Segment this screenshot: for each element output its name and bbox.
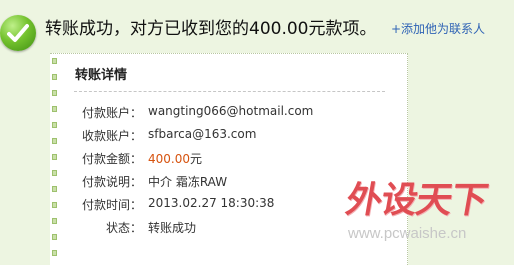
amount-label: 付款金额：: [81, 152, 142, 166]
success-message: 转账成功，对方已收到您的400.00元款项。: [45, 19, 377, 39]
amount-value-group: 400.00元: [148, 150, 202, 167]
details-title: 转账详情: [75, 68, 128, 83]
time-value: 2013.02.27 18:30:38: [148, 196, 275, 210]
rail-dot: [52, 250, 57, 256]
detail-row-time: 付款时间： 2013.02.27 18:30:38: [50, 196, 380, 218]
amount-unit: 元: [190, 152, 203, 166]
payer-value: wangting066@hotmail.com: [148, 104, 314, 118]
rail-dot: [52, 58, 57, 64]
detail-row-payer: 付款账户： wangting066@hotmail.com: [50, 104, 380, 126]
status-value: 转账成功: [148, 221, 197, 235]
detail-row-note: 付款说明： 中介 霜冻RAW: [50, 173, 380, 195]
transfer-details-panel: 转账详情 付款账户： wangting066@hotmail.com 收款账户：…: [50, 53, 408, 265]
status-label: 状态：: [105, 221, 142, 235]
add-contact-link[interactable]: +添加他为联系人: [391, 20, 485, 37]
payee-value: sfbarca@163.com: [148, 127, 257, 141]
rail-dot: [52, 90, 57, 96]
rail-dot: [52, 74, 57, 80]
check-mark-shape: [7, 24, 29, 42]
note-value: 中介 霜冻RAW: [148, 175, 228, 189]
payer-label: 付款账户：: [81, 106, 142, 120]
check-icon: [0, 15, 36, 51]
time-label: 付款时间：: [81, 198, 142, 212]
amount-value: 400.00: [148, 152, 190, 166]
note-label: 付款说明：: [81, 175, 142, 189]
detail-row-payee: 收款账户： sfbarca@163.com: [50, 127, 380, 149]
detail-row-amount: 付款金额： 400.00元: [50, 150, 380, 172]
title-divider: [74, 91, 385, 92]
detail-row-status: 状态： 转账成功: [50, 219, 380, 241]
payee-label: 收款账户：: [81, 129, 142, 143]
